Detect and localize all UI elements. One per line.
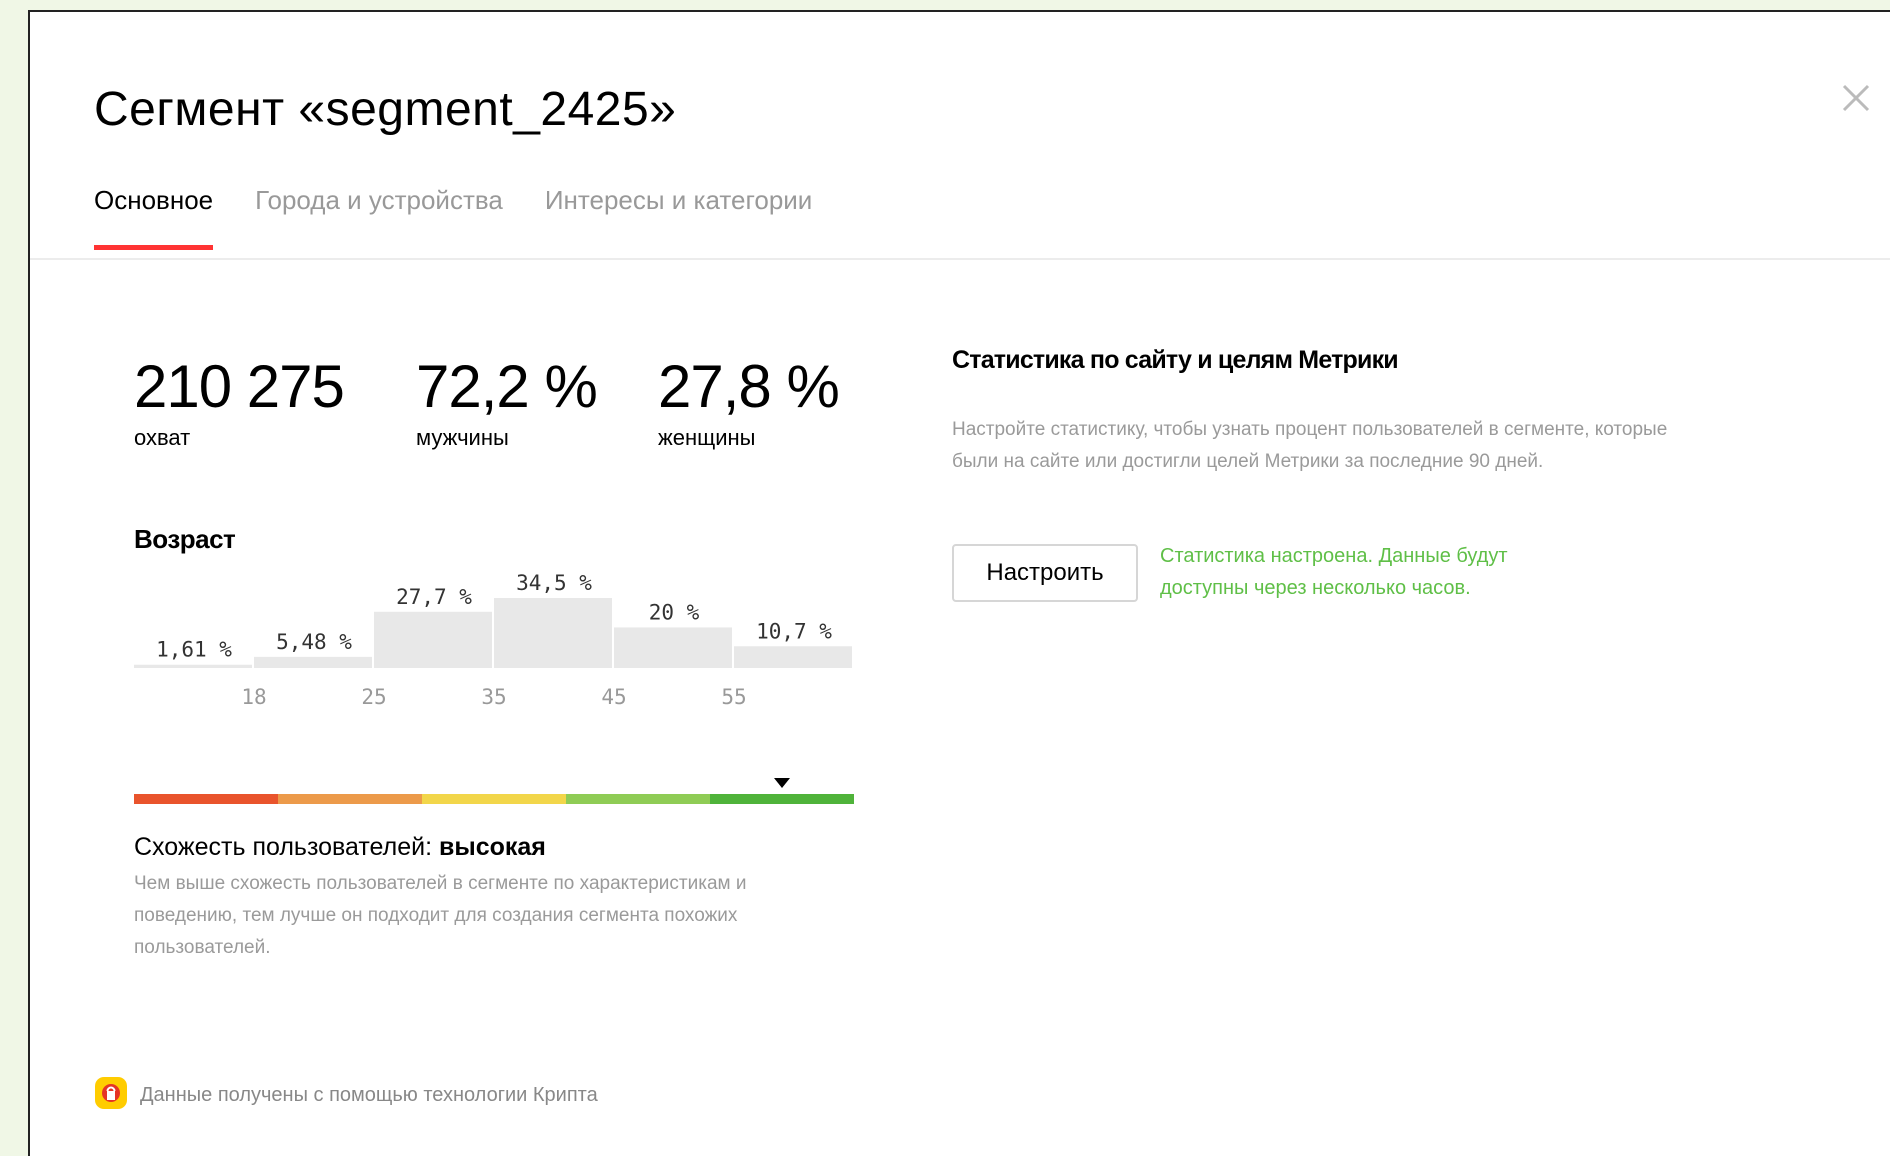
age-bar	[494, 598, 612, 668]
similarity-scale	[134, 794, 854, 804]
age-tick-label: 45	[601, 685, 626, 709]
age-bar	[734, 646, 852, 668]
stat-label: мужчины	[416, 425, 509, 450]
age-bar	[134, 664, 252, 668]
age-title: Возраст	[134, 524, 236, 554]
tab-cities-devices[interactable]: Города и устройства	[255, 182, 503, 250]
footer-text: Данные получены с помощью технологии Кри…	[140, 1084, 598, 1106]
stat-reach: 210 275 охват	[134, 352, 345, 452]
age-bar	[374, 611, 492, 668]
crypta-logo-icon	[94, 1076, 128, 1115]
age-tick-label: 25	[361, 685, 386, 709]
close-icon[interactable]	[1838, 80, 1874, 116]
age-bar-label: 10,7 %	[756, 619, 832, 643]
stat-value: 210 275	[134, 353, 345, 420]
stat-female: 27,8 % женщины	[658, 352, 840, 452]
similarity-label: Схожесть пользователей:	[134, 833, 439, 861]
tab-interests-categories[interactable]: Интересы и категории	[545, 182, 813, 250]
tab-bar: Основное Города и устройства Интересы и …	[94, 182, 812, 250]
age-bar	[614, 627, 732, 668]
similarity-marker-icon	[774, 778, 790, 788]
age-bar-label: 34,5 %	[516, 571, 592, 595]
age-chart: 1,61 % 5,48 % 27,7 % 34,5 % 20 % 10,7 % 18 25 35…	[134, 571, 852, 709]
metrika-description: Настройте статистику, чтобы узнать проце…	[952, 419, 1668, 472]
tab-main[interactable]: Основное	[94, 182, 214, 250]
age-bar-label: 20 %	[649, 600, 700, 624]
metrika-status: Статистика настроена. Данные будут досту…	[1160, 545, 1508, 599]
segment-modal: Сегмент «segment_2425» Основное Города и…	[28, 10, 1890, 1156]
stat-value: 27,8 %	[658, 353, 840, 420]
similarity-segment	[422, 794, 566, 804]
similarity-segment	[134, 794, 278, 804]
metrika-title: Статистика по сайту и целям Метрики	[952, 346, 1399, 374]
stat-value: 72,2 %	[416, 353, 598, 420]
similarity-title: Схожесть пользователей: высокая	[134, 830, 546, 864]
age-bar-label: 1,61 %	[156, 638, 232, 662]
stat-label: женщины	[658, 425, 756, 450]
age-bar-label: 5,48 %	[276, 630, 352, 654]
age-bar	[254, 656, 372, 668]
tabs-divider	[30, 258, 1890, 260]
age-bar-label: 27,7 %	[396, 585, 472, 609]
age-tick-label: 18	[241, 685, 266, 709]
similarity-segment	[566, 794, 710, 804]
similarity-description: Чем выше схожесть пользователей в сегмен…	[134, 873, 747, 958]
similarity-segment	[278, 794, 422, 804]
setup-button[interactable]: Настроить	[952, 544, 1138, 602]
footer: Данные получены с помощью технологии Кри…	[94, 1076, 598, 1115]
similarity-level: высокая	[438, 833, 546, 861]
page-title: Сегмент «segment_2425»	[94, 83, 677, 136]
age-tick-label: 35	[481, 685, 506, 709]
age-tick-label: 55	[721, 685, 746, 709]
stat-male: 72,2 % мужчины	[416, 352, 598, 452]
similarity-segment	[710, 794, 854, 804]
stat-label: охват	[134, 425, 191, 450]
